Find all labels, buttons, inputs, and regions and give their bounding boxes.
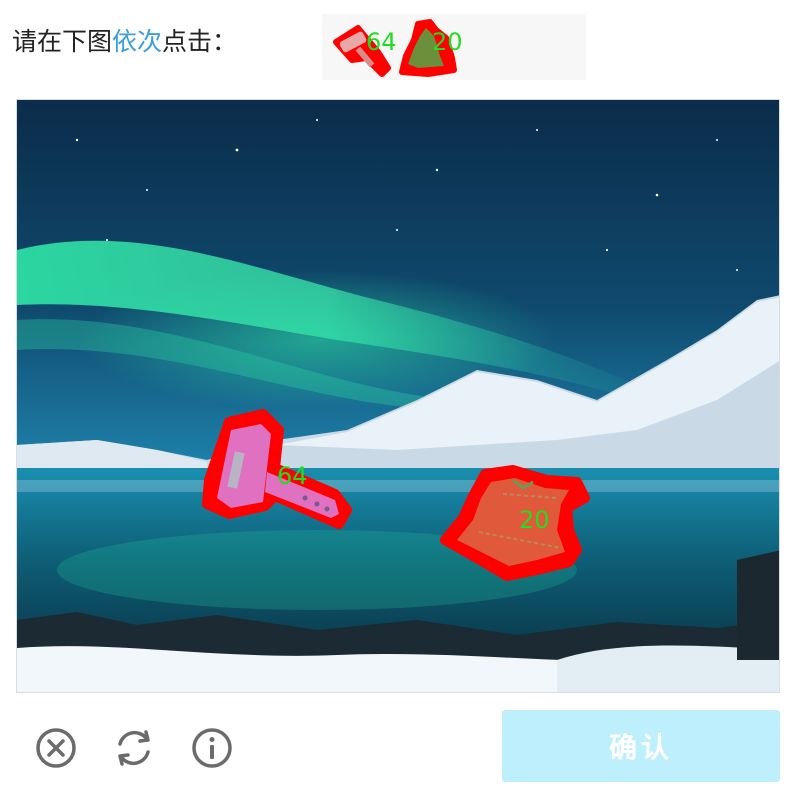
confirm-button[interactable]: 确认 bbox=[502, 710, 780, 782]
refresh-icon[interactable] bbox=[112, 726, 156, 770]
instruction-prefix: 请在下图 bbox=[12, 27, 113, 56]
target-number-1: 64 bbox=[366, 28, 397, 56]
instruction-suffix: 点击： bbox=[162, 27, 238, 56]
target-number-2: 20 bbox=[432, 28, 463, 56]
target-icons-strip: 64 20 bbox=[322, 14, 586, 80]
instruction-accent: 依次 bbox=[112, 27, 163, 56]
scene-number-2: 20 bbox=[519, 506, 550, 534]
captcha-image[interactable]: 64 20 bbox=[16, 99, 780, 693]
captcha-instruction: 请在下图依次点击： bbox=[12, 22, 237, 62]
scene-number-1: 64 bbox=[277, 462, 308, 490]
close-circle-icon[interactable] bbox=[34, 726, 78, 770]
info-icon[interactable] bbox=[190, 726, 234, 770]
aurora-landscape bbox=[17, 100, 779, 692]
